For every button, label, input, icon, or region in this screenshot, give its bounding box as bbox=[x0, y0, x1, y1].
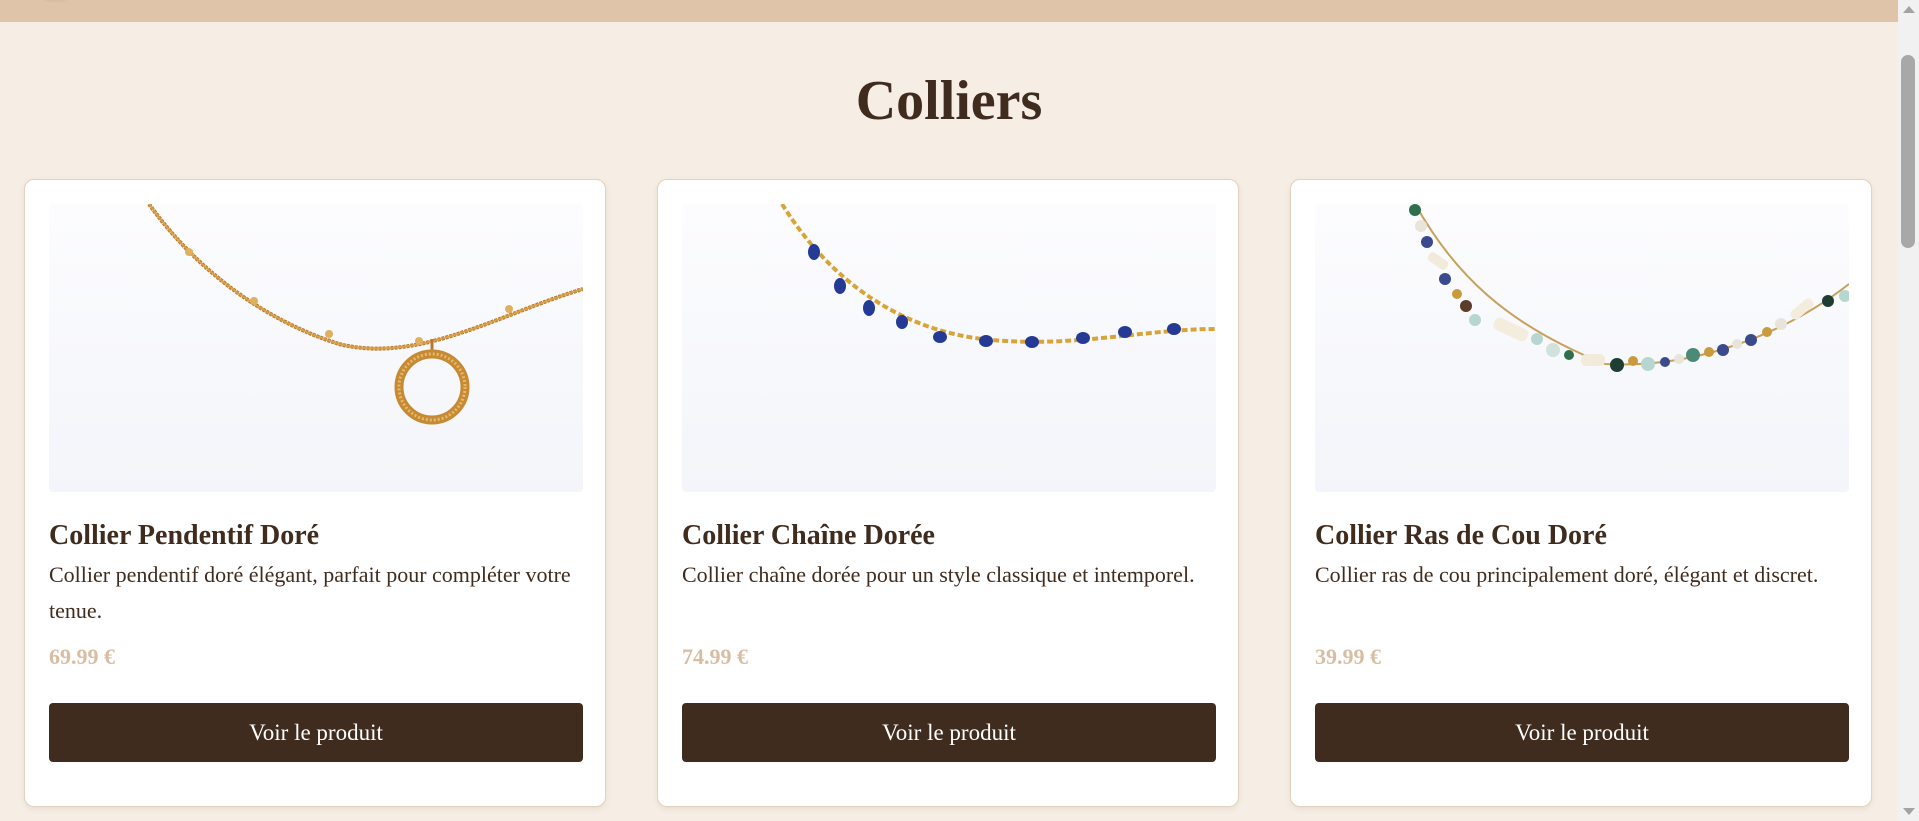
gold-pendant-necklace-image[interactable] bbox=[49, 204, 583, 492]
product-price: 74.99 € bbox=[682, 644, 748, 669]
view-product-button[interactable]: Voir le produit bbox=[1315, 703, 1849, 762]
product-description: Collier chaîne dorée pour un style class… bbox=[682, 562, 1195, 587]
product-title: Collier Chaîne Dorée bbox=[682, 520, 935, 551]
product-description: Collier pendentif doré élégant, parfait … bbox=[49, 562, 571, 623]
scroll-down-arrow-icon[interactable] bbox=[1903, 808, 1915, 815]
view-product-button[interactable]: Voir le produit bbox=[682, 703, 1216, 762]
scrollbar-thumb[interactable] bbox=[1901, 55, 1915, 248]
beaded-choker-necklace-icon bbox=[1409, 204, 1849, 372]
main-content: Colliers Collier Pendentif Doré Collier … bbox=[0, 22, 1898, 821]
product-grid: Collier Pendentif Doré Collier pendentif… bbox=[24, 179, 1874, 807]
page: Colliers Collier Pendentif Doré Collier … bbox=[0, 0, 1919, 821]
section-title: Colliers bbox=[855, 70, 1043, 132]
product-description: Collier ras de cou principalement doré, … bbox=[1315, 562, 1819, 587]
product-title: Collier Ras de Cou Doré bbox=[1315, 520, 1607, 551]
product-title: Collier Pendentif Doré bbox=[49, 520, 320, 551]
product-price: 39.99 € bbox=[1315, 644, 1381, 669]
scroll-up-arrow-icon[interactable] bbox=[1903, 6, 1915, 13]
gold-chain-blue-beads-necklace-image[interactable] bbox=[682, 204, 1216, 492]
product-card: Collier Ras de Cou Doré Collier ras de c… bbox=[1290, 179, 1872, 807]
beaded-choker-necklace-image[interactable] bbox=[1315, 204, 1849, 492]
product-price: 69.99 € bbox=[49, 644, 115, 669]
top-header-bar bbox=[0, 0, 1898, 22]
gold-chain-blue-beads-necklace-icon bbox=[780, 204, 1216, 348]
view-product-button[interactable]: Voir le produit bbox=[49, 703, 583, 762]
product-card: Collier Chaîne Dorée Collier chaîne doré… bbox=[657, 179, 1239, 807]
vertical-scrollbar[interactable] bbox=[1898, 0, 1919, 821]
gold-pendant-necklace-icon bbox=[147, 204, 583, 425]
product-card: Collier Pendentif Doré Collier pendentif… bbox=[24, 179, 606, 807]
header-logo-edge bbox=[30, 0, 80, 2]
